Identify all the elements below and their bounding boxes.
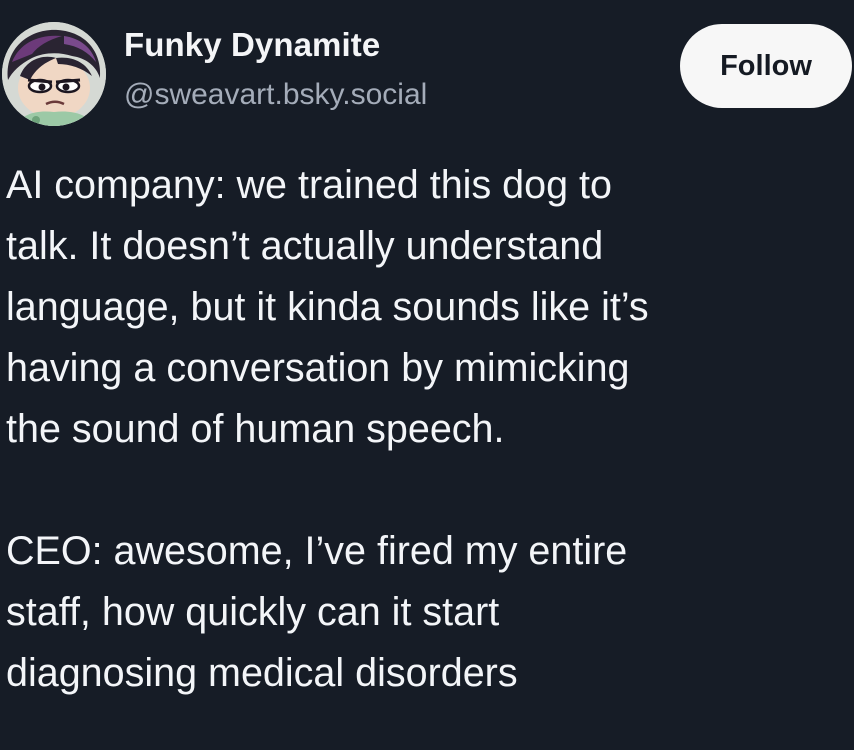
avatar[interactable] (2, 22, 106, 126)
follow-button[interactable]: Follow (680, 24, 852, 108)
post-card: Funky Dynamite @sweavart.bsky.social Fol… (0, 0, 854, 750)
post-paragraph: AI company: we trained this dog to talk.… (6, 163, 649, 451)
post-body: AI company: we trained this dog to talk.… (6, 155, 851, 704)
author-handle[interactable]: @sweavart.bsky.social (124, 78, 427, 112)
cartoon-character-avatar-icon (2, 22, 106, 126)
post-paragraph: CEO: awesome, I’ve fired my entire staff… (6, 529, 628, 695)
author-display-name[interactable]: Funky Dynamite (124, 26, 380, 64)
